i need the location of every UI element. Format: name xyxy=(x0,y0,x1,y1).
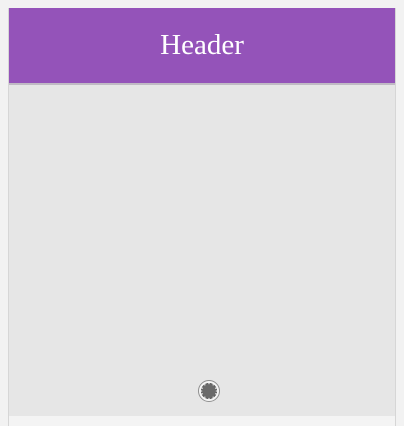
spinner-dots xyxy=(200,382,218,400)
footer-strip xyxy=(9,416,395,426)
loading-spinner-icon xyxy=(198,380,220,402)
header-title: Header xyxy=(160,28,244,61)
content-area xyxy=(9,85,395,416)
header-bar: Header xyxy=(9,8,395,85)
app-frame: Header xyxy=(8,8,396,426)
